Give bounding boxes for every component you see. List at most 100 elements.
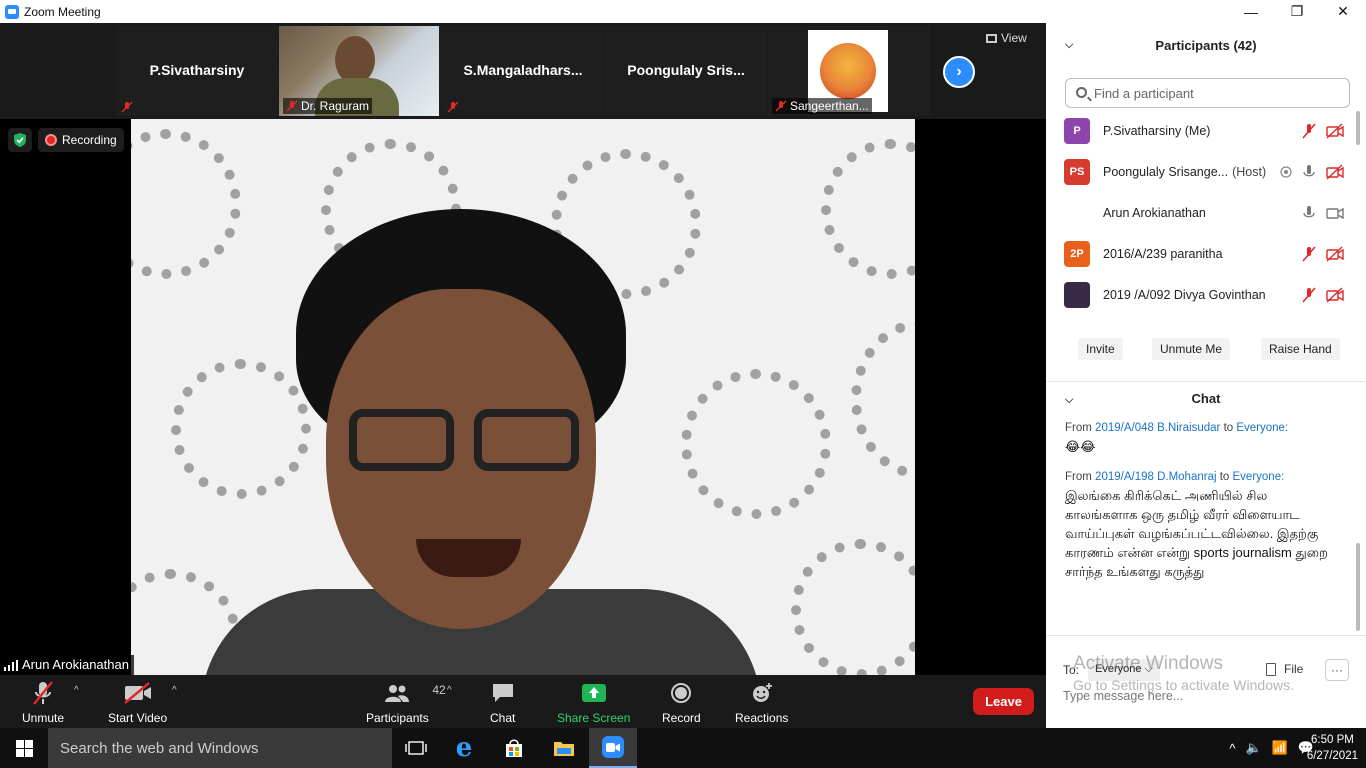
chat-message-body: இலங்கை கிரிக்கெட் அணியில் சில காலங்களாக … (1065, 488, 1328, 579)
system-tray: ^ 🔈 📶 💬 (1229, 728, 1314, 768)
windows-taskbar: Search the web and Windows e ^ 🔈 📶 💬 6:5… (0, 728, 1366, 768)
video-icon (1326, 207, 1344, 220)
minimize-button[interactable]: — (1228, 0, 1274, 23)
video-off-icon (123, 679, 153, 707)
thumbnail-name: Dr. Raguram (301, 99, 370, 113)
thumbnail-tile[interactable]: Dr. Raguram (279, 26, 441, 116)
more-options-button[interactable]: ··· (1325, 659, 1349, 681)
taskbar-clock[interactable]: 6:50 PM 6/27/2021 (1307, 732, 1358, 764)
grid-icon (986, 33, 997, 43)
signal-bars-icon (4, 660, 18, 671)
meeting-toolbar: Unmute ^ Start Video ^ 42 Participants ^… (0, 675, 1046, 728)
thumbnail-name: Poongulaly Sris... (627, 62, 745, 78)
participants-options-chevron-icon[interactable]: ^ (447, 685, 452, 696)
participant-search-input[interactable]: Find a participant (1065, 78, 1350, 108)
chat-title: Chat (1191, 391, 1221, 406)
unmute-me-button[interactable]: Unmute Me (1152, 338, 1231, 360)
search-icon (1076, 87, 1087, 98)
thumbnail-tile[interactable]: Poongulaly Sris... (605, 26, 767, 116)
store-app[interactable] (490, 728, 538, 768)
maximize-button[interactable]: ❐ (1274, 0, 1320, 23)
avatar: PS (1064, 159, 1090, 185)
avatar: P (1064, 118, 1090, 144)
avatar (1064, 282, 1090, 308)
folder-icon (554, 742, 574, 756)
taskbar-search-box[interactable]: Search the web and Windows (48, 728, 392, 768)
host-badge: (Host) (1232, 165, 1267, 179)
participant-row[interactable]: Arun Arokianathan (1064, 198, 1344, 228)
muted-mic-icon (1302, 123, 1316, 139)
video-off-icon (1326, 164, 1344, 180)
participants-button[interactable]: 42 Participants (366, 679, 446, 725)
leave-button[interactable]: Leave (973, 688, 1034, 715)
record-icon (670, 679, 692, 707)
record-button[interactable]: Record (662, 679, 701, 725)
chat-recipient: Everyone: (1232, 471, 1285, 483)
participant-name: P.Sivatharsiny (Me) (1103, 124, 1211, 138)
participants-scrollbar[interactable] (1356, 111, 1360, 145)
mic-icon (1303, 206, 1315, 218)
chat-scrollbar[interactable] (1356, 543, 1360, 631)
participant-row[interactable]: PS Poongulaly Srisange... (Host) (1064, 157, 1344, 187)
next-page-button[interactable]: › (943, 56, 975, 88)
task-view-button[interactable] (392, 728, 440, 768)
chat-sender[interactable]: 2019/A/198 D.Mohanraj (1095, 471, 1216, 483)
invite-button[interactable]: Invite (1078, 338, 1123, 360)
reactions-button[interactable]: Reactions (735, 679, 788, 725)
video-area: P.Sivatharsiny Dr. Raguram S.Mangaladhar… (0, 23, 1046, 675)
thumbnail-tile[interactable]: P.Sivatharsiny (116, 26, 278, 116)
mic-icon (1303, 165, 1315, 177)
participant-row[interactable]: 2019 /A/092 Divya Govinthan (1064, 280, 1344, 310)
video-off-icon (1326, 246, 1344, 262)
windows-start-button[interactable] (0, 728, 48, 768)
participant-name: Arun Arokianathan (1103, 206, 1206, 220)
participant-name: 2019 /A/092 Divya Govinthan (1103, 288, 1266, 302)
network-icon[interactable]: 📶 (1272, 740, 1288, 756)
unmute-button[interactable]: Unmute (22, 679, 64, 725)
close-button[interactable]: ✕ (1320, 0, 1366, 23)
start-video-button[interactable]: Start Video (108, 679, 167, 725)
activation-watermark-subtitle: Go to Settings to activate Windows. (1073, 677, 1294, 693)
recording-indicator[interactable]: Recording (38, 128, 124, 152)
volume-icon[interactable]: 🔈 (1245, 740, 1261, 756)
zoom-app[interactable] (589, 728, 637, 768)
store-icon (506, 739, 522, 757)
collapse-chevron-icon[interactable]: ⌵ (1065, 39, 1073, 52)
clock-date: 6/27/2021 (1306, 750, 1358, 762)
chat-sender[interactable]: 2019/A/048 B.Niraisudar (1095, 422, 1220, 434)
to-word: to (1223, 422, 1234, 434)
active-speaker-video (131, 119, 915, 675)
video-options-chevron-icon[interactable]: ^ (172, 685, 177, 696)
recording-status-icon (1280, 166, 1292, 178)
file-button[interactable]: File (1266, 662, 1303, 676)
participant-row[interactable]: 2P 2016/A/239 paranitha (1064, 239, 1344, 269)
chat-header: ⌵ Chat (1046, 381, 1366, 415)
audio-options-chevron-icon[interactable]: ^ (74, 685, 79, 696)
task-view-icon (405, 741, 427, 755)
thumbnail-tile[interactable]: Sangeerthan... (768, 26, 930, 116)
view-button[interactable]: View (986, 31, 1027, 45)
share-screen-button[interactable]: Share Screen (557, 679, 630, 725)
participant-name: 2016/A/239 paranitha (1103, 247, 1223, 261)
collapse-chevron-icon[interactable]: ⌵ (1065, 394, 1073, 407)
chat-button[interactable]: Chat (490, 679, 515, 725)
thumbnail-name-label: Sangeerthan... (772, 98, 872, 114)
zoom-app-icon (5, 4, 19, 19)
file-label: File (1284, 662, 1304, 676)
muted-mic-icon (121, 101, 133, 113)
edge-app[interactable]: e (440, 728, 488, 768)
active-speaker-label: Arun Arokianathan (0, 655, 134, 675)
unmute-label: Unmute (22, 711, 65, 725)
participants-header: ⌵ Participants (42) (1046, 23, 1366, 67)
security-shield-icon[interactable] (8, 128, 32, 152)
reactions-icon (750, 679, 774, 707)
participant-row[interactable]: P P.Sivatharsiny (Me) (1064, 116, 1344, 146)
show-hidden-icons-chevron-icon[interactable]: ^ (1229, 741, 1235, 756)
chat-compose-area: To: Everyone ⌵ File ··· Type message her… (1046, 635, 1366, 728)
from-label: From (1065, 471, 1092, 483)
clock-time: 6:50 PM (1311, 734, 1354, 746)
thumbnail-tile[interactable]: S.Mangaladhars... (442, 26, 604, 116)
share-screen-icon (581, 679, 607, 707)
file-explorer-app[interactable] (540, 728, 588, 768)
raise-hand-button[interactable]: Raise Hand (1261, 338, 1340, 360)
